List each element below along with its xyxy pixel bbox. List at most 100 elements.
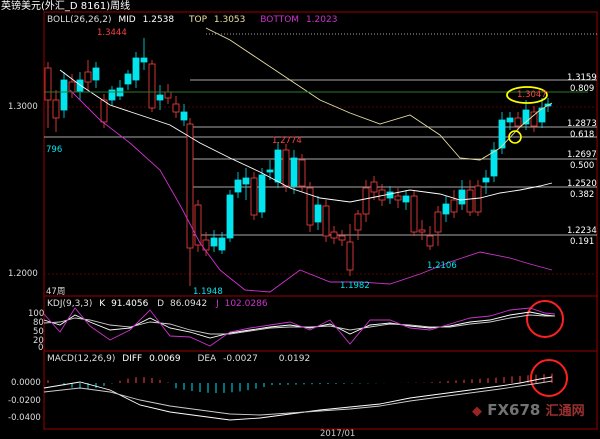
candle-body (156, 94, 164, 101)
candle-body (148, 63, 156, 109)
kdj-tick-0: 0 (38, 343, 44, 353)
candle-body (52, 99, 60, 119)
boll-mid-label: MID (118, 15, 136, 25)
candle-body (226, 194, 234, 239)
chart-frame (43, 11, 598, 430)
candle-body (234, 179, 242, 193)
candle-body (346, 241, 354, 271)
kdj-j-label: J (216, 299, 219, 309)
candle-body (394, 195, 402, 201)
candle-body (60, 79, 68, 111)
fib-price-3: 1.2520 (567, 179, 597, 189)
candle-body (354, 213, 362, 231)
candle-body (442, 203, 450, 215)
macd-tick-0: 0.0000 (11, 378, 41, 388)
macd-dea-label: DEA (197, 354, 217, 364)
candle-body (466, 189, 474, 213)
candle-body (242, 177, 250, 185)
candle-body (418, 229, 426, 233)
candle-body (314, 204, 322, 223)
candle-body (450, 199, 458, 213)
candle-body (330, 231, 338, 239)
candle-body (92, 67, 100, 81)
candle-body (186, 123, 194, 249)
fib-ratio-3: 0.382 (570, 190, 595, 200)
macd-diff-value: 0.0069 (149, 354, 181, 364)
fib-price-0: 1.3159 (567, 73, 597, 83)
boll-top-value: 1.3053 (213, 15, 246, 25)
candle-body (164, 91, 172, 99)
candle-body (410, 195, 418, 233)
period-count: 47周 (46, 287, 66, 297)
macd-tick-2: -0.0400 (8, 413, 41, 423)
fib-price-2: 1.2697 (567, 150, 597, 160)
candle-body (298, 159, 306, 187)
candle-body (322, 205, 330, 237)
candle-body (124, 73, 132, 85)
boll-label: BOLL(26,26,2) (47, 15, 112, 25)
candle-body (274, 149, 282, 183)
date-axis-label: 2017/01 (320, 429, 356, 439)
macd-legend: MACD(12,26,9) DIFF 0.0069 DEA -0.0027 0.… (47, 354, 310, 364)
boll-bottom-label: BOTTOM (260, 15, 300, 25)
candle-body (218, 237, 226, 251)
boll-bottom-value: 1.2023 (305, 15, 338, 25)
fib-ratio-1: 0.618 (570, 130, 595, 140)
watermark-text: FX678 (487, 401, 541, 419)
boll-mid-value: 1.2538 (142, 15, 175, 25)
kdj-d-label: D (157, 299, 165, 309)
candle-body (84, 71, 92, 83)
candle-body (44, 67, 52, 101)
annotation-low-1: 1.1948 (193, 287, 223, 297)
annotation-high-2: 1.3047 (517, 90, 547, 100)
watermark: ◆ FX678 汇通网 (472, 403, 585, 419)
candle-body (458, 189, 466, 205)
kdj-d-value: 86.0942 (169, 299, 208, 309)
price-panel-border (43, 11, 598, 297)
boll-legend: BOLL(26,26,2) MID 1.2538 TOP 1.3053 BOTT… (47, 15, 337, 25)
candle-body (266, 169, 274, 173)
candle-body (362, 187, 370, 215)
annotation-low-2: 1.1982 (340, 281, 370, 291)
kdj-k-value: 91.4056 (111, 299, 149, 309)
candle-body (290, 157, 298, 187)
candle-body (530, 111, 538, 127)
kdj-lines (43, 307, 556, 347)
candle-body (474, 185, 482, 213)
candle-body (172, 103, 180, 113)
watermark-logo-icon: ◆ (472, 404, 482, 419)
macd-value: 0.0192 (278, 354, 311, 364)
candle-body (426, 235, 434, 247)
candle-body (402, 195, 410, 203)
candle-body (282, 149, 290, 187)
candle-body (482, 177, 490, 183)
candle-body (180, 111, 188, 121)
kdj-legend: KDJ(9,3,3) K 91.4056 D 86.0942 J 102.028… (47, 299, 268, 309)
candle-body (490, 149, 498, 177)
fib-ratio-2: 0.500 (570, 161, 595, 171)
candle-body (506, 117, 514, 123)
annotation-low-3: 1.2106 (427, 261, 457, 271)
macd-label: MACD(12,26,9) (47, 354, 116, 364)
price-tick-lower: 1.2000 (8, 269, 38, 279)
fib-ratio-4: 0.191 (570, 237, 595, 247)
candlesticks (44, 38, 552, 286)
fib-price-4: 1.2234 (567, 226, 597, 236)
candle-body (434, 211, 442, 233)
candle-body (514, 117, 522, 127)
kdj-label: KDJ(9,3,3) (47, 299, 93, 309)
fib-price-1: 1.2873 (567, 119, 597, 129)
kdj-k-label: K (99, 299, 106, 309)
macd-diff-label: DIFF (122, 354, 143, 364)
candle-body (132, 57, 140, 81)
annotation-mid-high: 1.2774 (272, 136, 302, 146)
macd-tick-1: -0.0200 (8, 396, 41, 406)
candle-body (386, 191, 394, 199)
candle-body (258, 174, 266, 213)
kdj-j-value: 102.0286 (224, 299, 268, 309)
candle-body (210, 237, 218, 247)
annotation-left-number: 796 (46, 145, 63, 155)
boll-top-label: TOP (189, 15, 208, 25)
macd-histogram (47, 373, 553, 393)
price-tick-upper: 1.3000 (8, 102, 38, 112)
